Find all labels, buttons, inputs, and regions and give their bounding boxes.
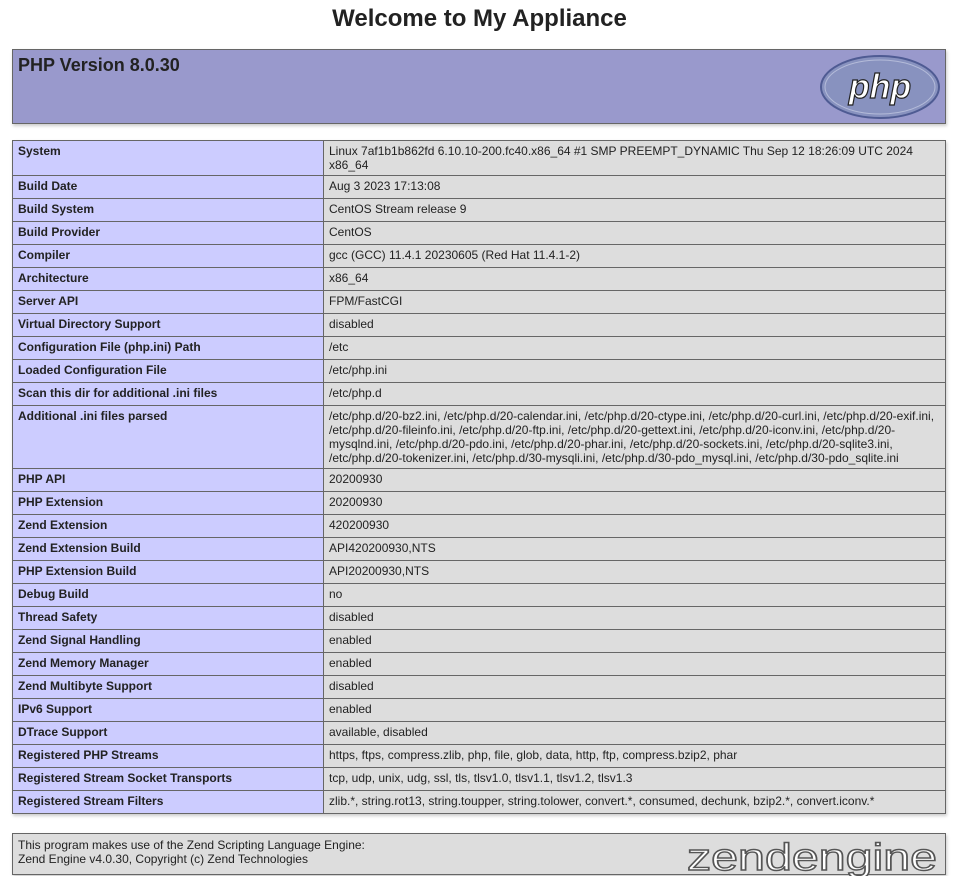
info-row: Zend Extension 420200930 xyxy=(12,514,946,538)
info-row-value: Aug 3 2023 17:13:08 xyxy=(323,175,946,199)
info-row-label: Server API xyxy=(12,290,324,314)
info-row-value: disabled xyxy=(323,313,946,337)
info-row: Additional .ini files parsed/etc/php.d/2… xyxy=(12,405,946,469)
info-row-value: tcp, udp, unix, udg, ssl, tls, tlsv1.0, … xyxy=(323,767,946,791)
info-row: Virtual Directory Support disabled xyxy=(12,313,946,337)
info-row-label: Debug Build xyxy=(12,583,324,607)
info-row-label: Registered PHP Streams xyxy=(12,744,324,768)
php-version-header: PHP Version 8.0.30 php xyxy=(12,49,946,124)
info-row-value: /etc/php.ini xyxy=(323,359,946,383)
info-row: System Linux 7af1b1b862fd 6.10.10-200.fc4… xyxy=(12,140,946,176)
info-row-label: Zend Extension Build xyxy=(12,537,324,561)
info-row-value: 20200930 xyxy=(323,468,946,492)
info-row-value: enabled xyxy=(323,652,946,676)
info-row-label: Loaded Configuration File xyxy=(12,359,324,383)
info-row-label: Thread Safety xyxy=(12,606,324,630)
info-row: Zend Multibyte Support disabled xyxy=(12,675,946,699)
info-row-value: CentOS Stream release 9 xyxy=(323,198,946,222)
info-row-label: Compiler xyxy=(12,244,324,268)
info-row: Zend Memory Manager enabled xyxy=(12,652,946,676)
info-row-label: System xyxy=(12,140,324,176)
info-row: Registered Stream Socket Transports tcp, … xyxy=(12,767,946,791)
info-row: Scan this dir for additional .ini files /… xyxy=(12,382,946,406)
info-table: System Linux 7af1b1b862fd 6.10.10-200.fc4… xyxy=(12,140,946,814)
info-row-value: x86_64 xyxy=(323,267,946,291)
info-row-label: Architecture xyxy=(12,267,324,291)
info-row: Thread Safety disabled xyxy=(12,606,946,630)
info-row: IPv6 Support enabled xyxy=(12,698,946,722)
zend-credit-line-1: This program makes use of the Zend Scrip… xyxy=(18,838,365,852)
info-row-label: Build Date xyxy=(12,175,324,199)
info-row: Registered PHP Streams https, ftps, compr… xyxy=(12,744,946,768)
info-row-label: Zend Signal Handling xyxy=(12,629,324,653)
info-row-value: disabled xyxy=(323,675,946,699)
info-row-label: Build System xyxy=(12,198,324,222)
info-row: Architecture x86_64 xyxy=(12,267,946,291)
info-row: PHP Extension Build API20200930,NTS xyxy=(12,560,946,584)
info-row-label: Configuration File (php.ini) Path xyxy=(12,336,324,360)
page-title: Welcome to My Appliance xyxy=(332,5,627,32)
info-row: PHP API 20200930 xyxy=(12,468,946,492)
info-row-value: Linux 7af1b1b862fd 6.10.10-200.fc40.x86_… xyxy=(323,140,946,176)
info-row: Zend Extension Build API420200930,NTS xyxy=(12,537,946,561)
info-row-value: 20200930 xyxy=(323,491,946,515)
info-row: Configuration File (php.ini) Path/etc xyxy=(12,336,946,360)
info-row-label: Registered Stream Filters xyxy=(12,790,324,814)
info-row-value: enabled xyxy=(323,629,946,653)
info-row-label: PHP Extension Build xyxy=(12,560,324,584)
info-row-value: API420200930,NTS xyxy=(323,537,946,561)
info-row-label: PHP API xyxy=(12,468,324,492)
info-row-value: disabled xyxy=(323,606,946,630)
info-row: Compiler gcc (GCC) 11.4.1 20230605 (Red H… xyxy=(12,244,946,268)
info-row-value: gcc (GCC) 11.4.1 20230605 (Red Hat 11.4.… xyxy=(323,244,946,268)
info-row-label: Zend Multibyte Support xyxy=(12,675,324,699)
info-row-value: 420200930 xyxy=(323,514,946,538)
php-logo-text: php xyxy=(848,68,911,106)
info-row-value: FPM/FastCGI xyxy=(323,290,946,314)
zend-engine-footer: This program makes use of the Zend Scrip… xyxy=(12,833,946,876)
php-version-title: PHP Version 8.0.30 xyxy=(18,55,180,75)
info-row-value: /etc/php.d/20-bz2.ini, /etc/php.d/20-cal… xyxy=(323,405,946,469)
info-row-label: Virtual Directory Support xyxy=(12,313,324,337)
info-row-label: Build Provider xyxy=(12,221,324,245)
info-row-value: API20200930,NTS xyxy=(323,560,946,584)
info-row-label: IPv6 Support xyxy=(12,698,324,722)
info-row: Server API FPM/FastCGI xyxy=(12,290,946,314)
info-row-value: available, disabled xyxy=(323,721,946,745)
info-row-value: https, ftps, compress.zlib, php, file, g… xyxy=(323,744,946,768)
info-row: DTrace Support available, disabled xyxy=(12,721,946,745)
info-row: Loaded Configuration File/etc/php.ini xyxy=(12,359,946,383)
info-row-label: DTrace Support xyxy=(12,721,324,745)
info-row: Registered Stream Filters zlib.*, string.… xyxy=(12,790,946,814)
info-row: Debug Build no xyxy=(12,583,946,607)
zend-credit-line-2: Zend Engine v4.0.30, Copyright (c) Zend … xyxy=(18,852,308,866)
info-row-value: /etc xyxy=(323,336,946,360)
php-logo-icon: php xyxy=(820,55,940,119)
info-row-label: Registered Stream Socket Transports xyxy=(12,767,324,791)
info-row-label: PHP Extension xyxy=(12,491,324,515)
info-row: Build Provider CentOS xyxy=(12,221,946,245)
info-row-value: CentOS xyxy=(323,221,946,245)
zend-logo-text: zendengine xyxy=(687,837,937,876)
info-row-label: Additional .ini files parsed xyxy=(12,405,324,469)
info-row: Build System CentOS Stream release 9 xyxy=(12,198,946,222)
info-row-label: Scan this dir for additional .ini files xyxy=(12,382,324,406)
info-row-value: enabled xyxy=(323,698,946,722)
info-row-label: Zend Extension xyxy=(12,514,324,538)
info-row-value: no xyxy=(323,583,946,607)
info-row: PHP Extension 20200930 xyxy=(12,491,946,515)
info-row-value: zlib.*, string.rot13, string.toupper, st… xyxy=(323,790,946,814)
zend-engine-logo-icon: zendengine xyxy=(687,836,938,876)
info-row: Zend Signal Handling enabled xyxy=(12,629,946,653)
info-row-label: Zend Memory Manager xyxy=(12,652,324,676)
info-row-value: /etc/php.d xyxy=(323,382,946,406)
info-row: Build Date Aug 3 2023 17:13:08 xyxy=(12,175,946,199)
